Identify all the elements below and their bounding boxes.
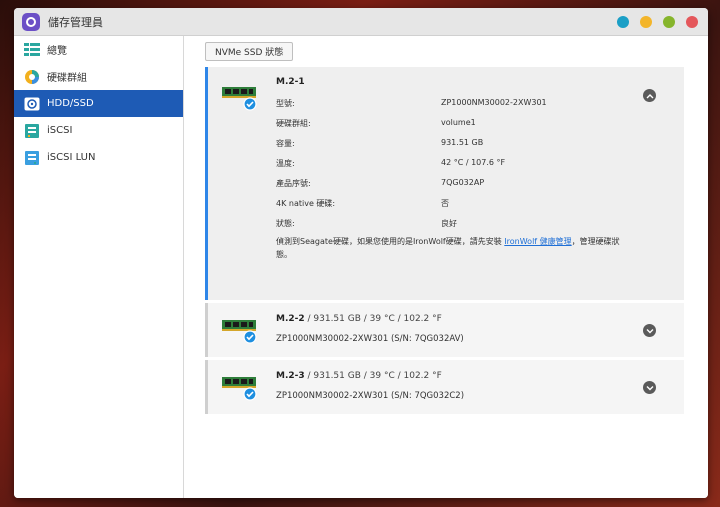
ssd-icon — [222, 84, 257, 111]
title-bar: 儲存管理員 — [14, 8, 708, 36]
drive-title: M.2-2 / 931.51 GB / 39 °C / 102.2 °F — [276, 314, 442, 324]
ironwolf-note: 偵測到Seagate硬碟，如果您使用的是IronWolf硬碟，請先安裝 Iron… — [276, 235, 626, 261]
detail-label: 產品序號: — [276, 179, 311, 188]
drive-card-m2-3[interactable]: M.2-3 / 931.51 GB / 39 °C / 102.2 °F ZP1… — [205, 360, 684, 414]
detail-value: 良好 — [441, 219, 457, 228]
detail-label: 溫度: — [276, 159, 295, 168]
detail-label: 硬碟群組: — [276, 119, 311, 128]
sidebar: 總覽 硬碟群組 HDD/SSD iSCSI iSCSI LUN — [14, 36, 184, 498]
main-content: NVMe SSD 狀態 M.2-1 型號: ZP1000NM30002-2XW3… — [185, 36, 708, 498]
detail-value: 931.51 GB — [441, 138, 484, 147]
ssd-icon — [222, 374, 257, 401]
detail-value: 否 — [441, 199, 449, 208]
hdd-icon — [24, 96, 40, 112]
iscsi-icon — [24, 123, 40, 139]
sidebar-item-overview[interactable]: 總覽 — [14, 36, 183, 63]
drive-card-m2-1[interactable]: M.2-1 型號: ZP1000NM30002-2XW301 硬碟群組: vol… — [205, 67, 684, 300]
drive-meta: / 931.51 GB / 39 °C / 102.2 °F — [304, 371, 442, 381]
chevron-down-icon[interactable] — [643, 324, 656, 337]
tab-nvme-ssd-status[interactable]: NVMe SSD 狀態 — [205, 42, 294, 61]
detail-value: 7QG032AP — [441, 178, 485, 187]
sidebar-item-label: 硬碟群組 — [47, 73, 87, 84]
drive-model-serial: ZP1000NM30002-2XW301 (S/N: 7QG032C2) — [276, 391, 465, 401]
drive-meta: / 931.51 GB / 39 °C / 102.2 °F — [304, 314, 442, 324]
detail-label: 狀態: — [276, 219, 295, 228]
detail-label: 4K native 硬碟: — [276, 199, 336, 208]
chevron-up-icon[interactable] — [643, 89, 656, 102]
drive-card-m2-2[interactable]: M.2-2 / 931.51 GB / 39 °C / 102.2 °F ZP1… — [205, 303, 684, 357]
overview-icon — [24, 42, 40, 58]
ssd-icon — [222, 317, 257, 344]
sidebar-item-iscsi[interactable]: iSCSI — [14, 117, 183, 144]
sidebar-item-label: iSCSI — [47, 125, 73, 136]
iscsi-lun-icon — [24, 150, 40, 166]
drive-name: M.2-1 — [276, 77, 305, 87]
sidebar-item-label: iSCSI LUN — [47, 152, 96, 163]
app-window: 儲存管理員 總覽 硬碟群組 HDD/SSD iSCSI iSCSI LUN NV… — [14, 8, 708, 498]
drive-model-serial: ZP1000NM30002-2XW301 (S/N: 7QG032AV) — [276, 334, 464, 344]
chevron-down-icon[interactable] — [643, 381, 656, 394]
storage-manager-icon — [22, 12, 40, 31]
ironwolf-health-link[interactable]: IronWolf 健康管理 — [504, 237, 571, 246]
info-button[interactable] — [617, 16, 629, 28]
sidebar-item-hdd-ssd[interactable]: HDD/SSD — [14, 90, 183, 117]
sidebar-item-iscsi-lun[interactable]: iSCSI LUN — [14, 144, 183, 171]
drive-list: M.2-1 型號: ZP1000NM30002-2XW301 硬碟群組: vol… — [205, 67, 684, 417]
drive-title: M.2-3 / 931.51 GB / 39 °C / 102.2 °F — [276, 371, 442, 381]
detail-value: 42 °C / 107.6 °F — [441, 158, 506, 167]
sidebar-item-label: 總覽 — [47, 46, 67, 57]
window-title: 儲存管理員 — [48, 15, 103, 29]
drive-name: M.2-2 — [276, 314, 305, 324]
window-controls — [617, 16, 698, 28]
detail-value: ZP1000NM30002-2XW301 — [441, 98, 547, 107]
sidebar-item-disk-group[interactable]: 硬碟群組 — [14, 63, 183, 90]
detail-label: 容量: — [276, 139, 295, 148]
minimize-button[interactable] — [640, 16, 652, 28]
detail-label: 型號: — [276, 99, 295, 108]
detail-value: volume1 — [441, 118, 476, 127]
maximize-button[interactable] — [663, 16, 675, 28]
sidebar-item-label: HDD/SSD — [47, 98, 94, 109]
close-button[interactable] — [686, 16, 698, 28]
drive-name: M.2-3 — [276, 371, 305, 381]
note-text: 偵測到Seagate硬碟，如果您使用的是IronWolf硬碟，請先安裝 — [276, 237, 505, 246]
disk-group-icon — [24, 69, 40, 85]
